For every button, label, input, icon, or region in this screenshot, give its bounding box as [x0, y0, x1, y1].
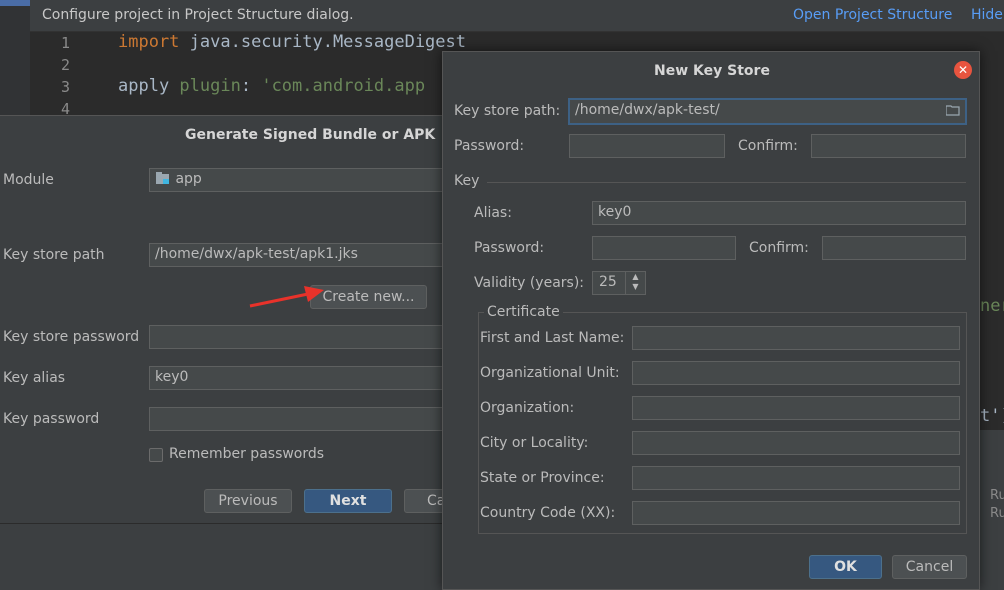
create-new-button[interactable]: Create new...	[310, 285, 427, 309]
close-icon[interactable]: ✕	[954, 61, 972, 79]
hide-link[interactable]: Hide	[971, 7, 1003, 23]
country-code-label: Country Code (XX):	[480, 505, 616, 521]
key-store-path-input[interactable]: /home/dwx/apk-test/apk1.jks	[149, 243, 449, 267]
state-label: State or Province:	[480, 470, 605, 486]
dialog-title: Generate Signed Bundle or APK	[185, 127, 436, 143]
state-input[interactable]	[632, 466, 960, 490]
city-input[interactable]	[632, 431, 960, 455]
spinner-arrows-icon[interactable]: ▲ ▼	[625, 272, 645, 294]
key-alias-input[interactable]: key0	[149, 366, 449, 390]
module-select[interactable]: app	[149, 168, 449, 192]
validity-value: 25	[599, 274, 617, 290]
key-confirm-label: Confirm:	[749, 240, 809, 256]
notification-message: Configure project in Project Structure d…	[42, 7, 354, 23]
password-input[interactable]	[569, 134, 725, 158]
organization-input[interactable]	[632, 396, 960, 420]
annotation-arrow-icon	[249, 286, 324, 308]
key-alias-label: Key alias	[3, 370, 66, 386]
key-password-label: Key password	[3, 411, 100, 427]
dialog-title: New Key Store	[654, 63, 770, 79]
tool-window-marker	[0, 0, 30, 6]
dialog-bottom-area	[0, 523, 460, 590]
code-text: apply	[118, 76, 180, 96]
code-keyword: import	[118, 32, 180, 52]
panel-text: Ru	[990, 506, 1004, 521]
open-project-structure-link[interactable]: Open Project Structure	[793, 7, 952, 23]
organization-label: Organization:	[480, 400, 575, 416]
code-text: :	[240, 76, 262, 96]
key-store-path-input[interactable]: /home/dwx/apk-test/	[568, 98, 967, 125]
alias-input[interactable]: key0	[592, 201, 966, 225]
key-section-separator	[487, 182, 966, 183]
validity-label: Validity (years):	[474, 275, 585, 291]
notification-bar: Configure project in Project Structure d…	[30, 0, 1004, 32]
key-store-password-label: Key store password	[3, 329, 140, 345]
key-password-label: Password:	[474, 240, 545, 256]
key-section-label: Key	[454, 173, 480, 189]
browse-folder-icon[interactable]	[946, 105, 960, 116]
remember-passwords-checkbox[interactable]	[149, 448, 163, 462]
generate-signed-dialog: Generate Signed Bundle or APK Module app…	[0, 115, 460, 523]
key-store-path-value: /home/dwx/apk-test/	[575, 102, 720, 118]
module-label: Module	[3, 172, 54, 188]
certificate-section-label: Certificate	[484, 304, 563, 320]
next-button[interactable]: Next	[304, 489, 392, 513]
password-label: Password:	[454, 138, 525, 154]
cancel-button[interactable]: Cancel	[892, 555, 967, 579]
remember-passwords-label[interactable]: Remember passwords	[169, 446, 324, 462]
line-number: 1	[60, 34, 70, 52]
key-store-path-label: Key store path	[3, 247, 105, 263]
line-number: 2	[60, 56, 70, 74]
line-number: 3	[60, 78, 70, 96]
first-last-name-label: First and Last Name:	[480, 330, 625, 346]
code-string: 'com.android.app	[261, 76, 426, 96]
code-fragment: t')	[980, 406, 1004, 426]
key-password-input[interactable]	[592, 236, 736, 260]
code-text: java.security.MessageDigest	[179, 32, 466, 52]
country-code-input[interactable]	[632, 501, 960, 525]
ok-button[interactable]: OK	[809, 555, 882, 579]
previous-button[interactable]: Previous	[204, 489, 292, 513]
city-label: City or Locality:	[480, 435, 589, 451]
code-line-3[interactable]: apply plugin: 'com.android.app	[118, 76, 425, 96]
code-fragment: ner	[980, 296, 1004, 316]
key-store-path-label: Key store path:	[454, 103, 561, 119]
new-key-store-dialog: New Key Store ✕ Key store path: /home/dw…	[442, 51, 980, 590]
key-password-input[interactable]	[149, 407, 449, 431]
org-unit-input[interactable]	[632, 361, 960, 385]
org-unit-label: Organizational Unit:	[480, 365, 620, 381]
code-key: plugin	[179, 76, 241, 96]
first-last-name-input[interactable]	[632, 326, 960, 350]
confirm-label: Confirm:	[738, 138, 798, 154]
panel-text: Ru	[990, 488, 1004, 503]
alias-label: Alias:	[474, 205, 512, 221]
code-line-1[interactable]: import java.security.MessageDigest	[118, 32, 466, 52]
validity-spinner[interactable]: 25 ▲ ▼	[592, 271, 646, 295]
module-value: app	[175, 171, 202, 187]
ide-left-strip	[0, 0, 30, 120]
key-confirm-input[interactable]	[822, 236, 966, 260]
key-store-password-input[interactable]	[149, 325, 449, 349]
confirm-password-input[interactable]	[811, 134, 966, 158]
module-folder-icon	[156, 172, 169, 184]
